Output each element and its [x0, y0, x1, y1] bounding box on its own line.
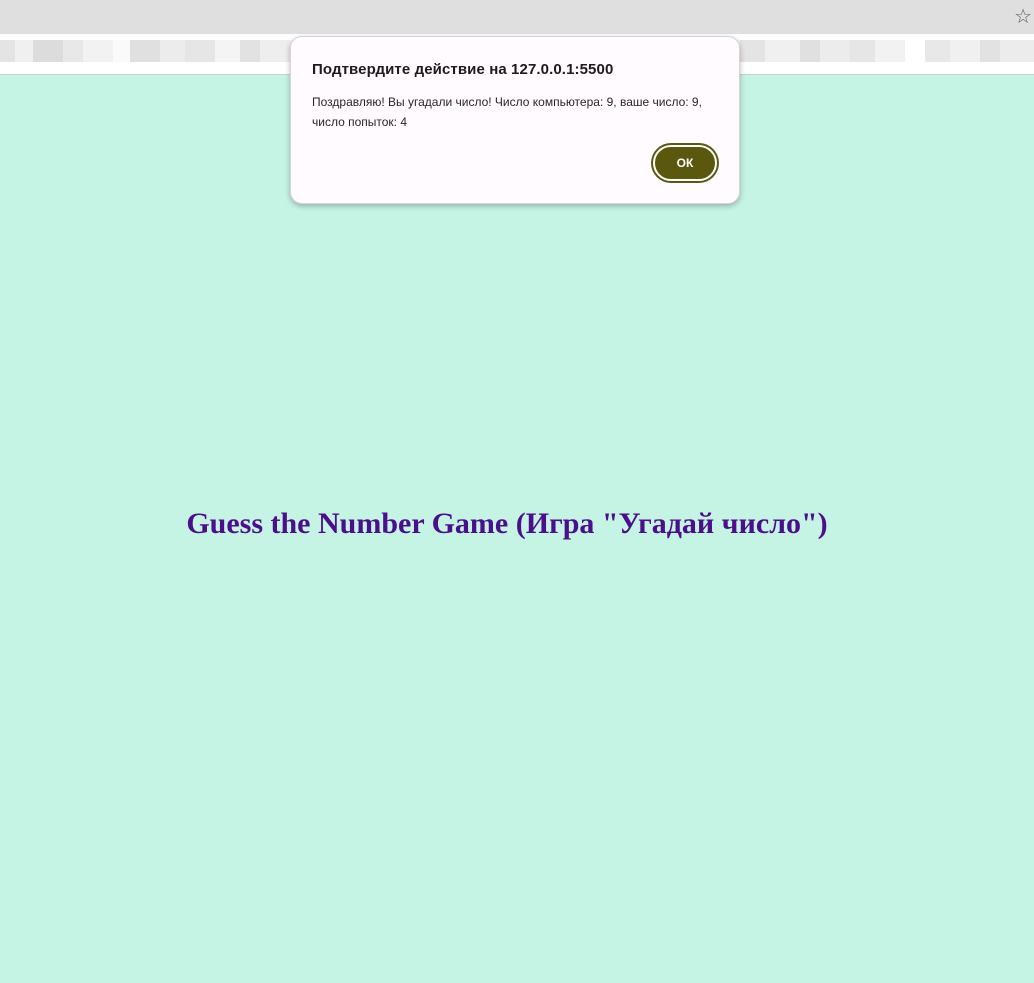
dialog-message: Поздравляю! Вы угадали число! Число комп…: [312, 95, 702, 129]
page-title: Guess the Number Game (Игра "Угадай числ…: [186, 507, 828, 540]
ok-button[interactable]: ОК: [653, 145, 717, 181]
confirm-dialog: Подтвердите действие на 127.0.0.1:5500 П…: [290, 36, 740, 204]
dialog-title: Подтвердите действие на 127.0.0.1:5500: [312, 61, 614, 78]
browser-toolbar: ☆: [0, 0, 1034, 34]
page-content: Guess the Number Game (Игра "Угадай числ…: [0, 75, 1034, 983]
star-icon[interactable]: ☆: [1014, 5, 1032, 27]
